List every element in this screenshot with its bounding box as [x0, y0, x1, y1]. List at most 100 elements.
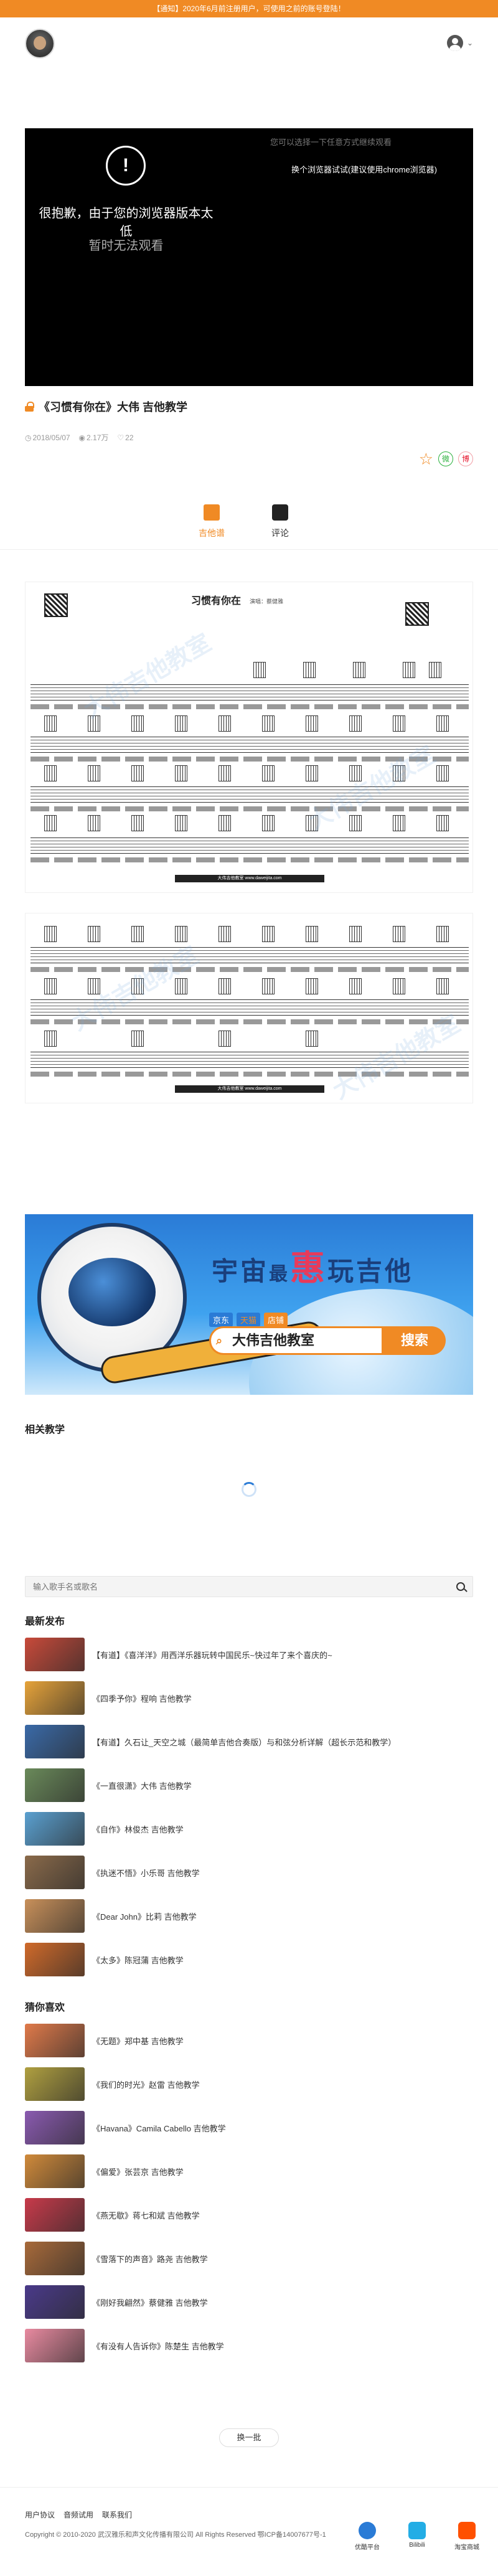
notice-text: 【通知】2020年6月前注册用户，可使用之前的账号登陆！	[153, 4, 345, 13]
platform-taobao[interactable]: 淘宝商城	[448, 2522, 486, 2551]
list-item-title[interactable]: 《自作》林俊杰 吉他教学	[92, 1823, 184, 1835]
chord-diagrams	[31, 815, 469, 840]
views-text: 2.17万	[87, 433, 109, 442]
video-hint-browser: 换个浏览器试试(建议使用chrome浏览器)	[291, 165, 438, 174]
list-item-title[interactable]: 《Dear John》比莉 吉他教学	[92, 1910, 197, 1922]
date-meta: ◷ 2018/05/07	[25, 433, 70, 442]
list-item[interactable]: 《我们的时光》赵雷 吉他教学	[25, 2062, 473, 2106]
video-player[interactable]: 您可以选择一下任意方式继续观看 换个浏览器试试(建议使用chrome浏览器) !…	[25, 91, 473, 386]
slogan-part: 宇宙	[212, 1257, 270, 1286]
guitar-tab-sheet-1: 习惯有你在 演唱：蔡健雅 大伟吉他教室 www.daweijita.com 大伟…	[25, 582, 473, 893]
video-thumbnail[interactable]	[25, 2024, 85, 2057]
list-item-title[interactable]: 《一直很潇》大伟 吉他教学	[92, 1780, 192, 1791]
video-thumbnail[interactable]	[25, 2285, 85, 2319]
video-thumbnail[interactable]	[25, 1638, 85, 1671]
refresh-more-button[interactable]: 换一批	[219, 2428, 279, 2447]
document-icon	[204, 504, 220, 521]
promo-search-text: 大伟吉他教室	[232, 1333, 315, 1348]
video-thumbnail[interactable]	[25, 1899, 85, 1933]
video-top-bar	[25, 91, 473, 128]
wechat-share-icon[interactable]: 微	[438, 451, 453, 466]
list-item[interactable]: 《Dear John》比莉 吉他教学	[25, 1894, 473, 1938]
likes-text: 22	[125, 433, 134, 442]
video-thumbnail[interactable]	[25, 2198, 85, 2232]
loading-spinner-icon	[242, 1482, 256, 1497]
video-thumbnail[interactable]	[25, 1943, 85, 1976]
list-item-title[interactable]: 《无题》郑中基 吉他教学	[92, 2035, 184, 2047]
slogan-part: 玩吉他	[327, 1257, 414, 1286]
tab-staff	[31, 837, 469, 854]
list-item-title[interactable]: 《有没有人告诉你》陈楚生 吉他教学	[92, 2340, 224, 2352]
user-icon[interactable]	[446, 35, 463, 51]
list-item[interactable]: 《有没有人告诉你》陈楚生 吉他教学	[25, 2324, 473, 2367]
singer-search-input[interactable]	[33, 1577, 444, 1597]
list-item[interactable]: 《燕无歇》蒋七和斌 吉他教学	[25, 2193, 473, 2237]
tab-comments[interactable]: 评论	[255, 504, 305, 539]
list-item-title[interactable]: 《执迷不悟》小乐哥 吉他教学	[92, 1867, 200, 1879]
list-item[interactable]: 《刚好我翩然》蔡健雅 吉他教学	[25, 2280, 473, 2324]
list-item[interactable]: 《太多》陈冠蒲 吉他教学	[25, 1938, 473, 1981]
video-hint-top: 您可以选择一下任意方式继续观看	[270, 138, 392, 147]
list-item-title[interactable]: 《雪落下的声音》路尧 吉他教学	[92, 2253, 208, 2265]
astronaut-visor	[68, 1258, 156, 1326]
sheet-footer-banner: 大伟吉他教室 www.daweijita.com	[175, 1085, 324, 1093]
list-item-title[interactable]: 《Havana》Camila Cabello 吉他教学	[92, 2122, 226, 2134]
tab-guitar-tab[interactable]: 吉他谱	[187, 504, 237, 539]
search-icon: ⌕	[216, 1334, 223, 1347]
bilibili-icon	[408, 2522, 426, 2539]
footer-link-contact[interactable]: 联系我们	[102, 2509, 132, 2520]
list-item[interactable]: 《偏爱》张芸京 吉他教学	[25, 2149, 473, 2193]
list-item[interactable]: 《自作》林俊杰 吉他教学	[25, 1807, 473, 1851]
promo-slogan: 宇宙最惠玩吉他	[212, 1240, 413, 1291]
weibo-share-icon[interactable]: 博	[458, 451, 473, 466]
footer-link-audio-trial[interactable]: 音频试用	[63, 2509, 93, 2520]
search-icon[interactable]	[456, 1582, 465, 1591]
tab-staff	[31, 786, 469, 803]
lyric-line	[31, 1072, 469, 1077]
guitar-tab-sheet-2: 大伟吉他教室 www.daweijita.com 大伟吉他教室 大伟吉他教室	[25, 913, 473, 1103]
list-item-title[interactable]: 《燕无歇》蒋七和斌 吉他教学	[92, 2209, 200, 2221]
list-item-title[interactable]: 【有道】《喜洋洋》用西洋乐器玩转中国民乐~快过年了来个喜庆的~	[92, 1649, 332, 1661]
list-item[interactable]: 《一直很潇》大伟 吉他教学	[25, 1763, 473, 1807]
video-thumbnail[interactable]	[25, 2067, 85, 2101]
list-item-title[interactable]: 《太多》陈冠蒲 吉他教学	[92, 1954, 184, 1966]
chevron-down-icon[interactable]: ⌄	[467, 39, 473, 47]
list-item[interactable]: 《执迷不悟》小乐哥 吉他教学	[25, 1851, 473, 1894]
platform-youku[interactable]: 优酷平台	[349, 2522, 386, 2551]
video-thumbnail[interactable]	[25, 1768, 85, 1802]
slogan-highlight: 惠	[290, 1248, 328, 1288]
video-thumbnail[interactable]	[25, 2111, 85, 2144]
footer-link-terms[interactable]: 用户协议	[25, 2509, 55, 2520]
list-item-title[interactable]: 《四季予你》程响 吉他教学	[92, 1692, 192, 1704]
video-thumbnail[interactable]	[25, 2242, 85, 2275]
list-item-title[interactable]: 《刚好我翩然》蔡健雅 吉他教学	[92, 2296, 208, 2308]
user-menu[interactable]: ⌄	[446, 35, 473, 51]
sheet-author: 演唱：蔡健雅	[250, 598, 284, 605]
video-thumbnail[interactable]	[25, 1812, 85, 1846]
list-item[interactable]: 《四季予你》程响 吉他教学	[25, 1676, 473, 1720]
platform-bilibili[interactable]: Bilibili	[398, 2522, 436, 2551]
promo-search-button: 搜索	[383, 1326, 446, 1355]
promo-banner[interactable]: 宇宙最惠玩吉他 京东 天猫 店铺 ⌕ 大伟吉他教室 搜索	[25, 1214, 473, 1395]
list-item[interactable]: 《无题》郑中基 吉他教学	[25, 2019, 473, 2062]
video-thumbnail[interactable]	[25, 1856, 85, 1889]
singer-search-bar	[25, 1576, 473, 1597]
sheet-footer-banner: 大伟吉他教室 www.daweijita.com	[175, 875, 324, 882]
list-item[interactable]: 【有道】《喜洋洋》用西洋乐器玩转中国民乐~快过年了来个喜庆的~	[25, 1633, 473, 1676]
site-logo[interactable]	[25, 29, 55, 59]
list-item[interactable]: 【有道】久石让_天空之城（最简单吉他合奏版）与和弦分析详解（超长示范和教学）	[25, 1720, 473, 1763]
video-thumbnail[interactable]	[25, 1725, 85, 1758]
list-item-title[interactable]: 《偏爱》张芸京 吉他教学	[92, 2166, 184, 2177]
list-item[interactable]: 《Havana》Camila Cabello 吉他教学	[25, 2106, 473, 2149]
video-thumbnail[interactable]	[25, 2329, 85, 2362]
list-item-title[interactable]: 【有道】久石让_天空之城（最简单吉他合奏版）与和弦分析详解（超长示范和教学）	[92, 1736, 396, 1748]
favorite-star-icon[interactable]: ☆	[419, 451, 433, 467]
list-item[interactable]: 《雪落下的声音》路尧 吉他教学	[25, 2237, 473, 2280]
latest-title: 最新发布	[25, 1616, 65, 1627]
site-header: ⌄	[0, 17, 498, 72]
video-thumbnail[interactable]	[25, 1681, 85, 1715]
platform-label: Bilibili	[409, 2542, 425, 2549]
video-thumbnail[interactable]	[25, 2154, 85, 2188]
list-item-title[interactable]: 《我们的时光》赵雷 吉他教学	[92, 2078, 200, 2090]
guess-title: 猜你喜欢	[25, 2003, 65, 2013]
